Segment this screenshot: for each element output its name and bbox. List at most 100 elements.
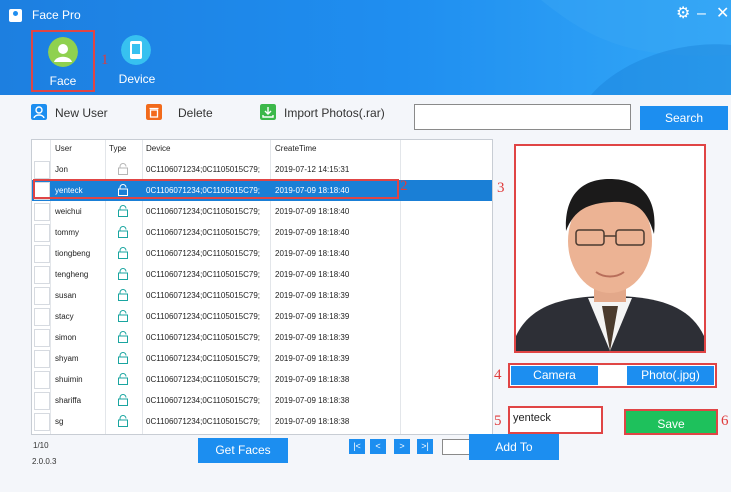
device-cell: 0C1106071234;0C1105015C79; (146, 396, 261, 405)
user-table: User Type Device CreateTime Jon 0C1106071… (31, 139, 493, 435)
row-checkbox[interactable] (34, 413, 50, 431)
app-logo-icon (9, 9, 22, 22)
photo-jpg-button[interactable]: Photo(.jpg) (627, 366, 714, 385)
get-faces-button[interactable]: Get Faces (198, 438, 288, 463)
header-user[interactable]: User (55, 144, 72, 153)
device-cell: 0C1106071234;0C1105015C79; (146, 165, 261, 174)
search-button[interactable]: Search (640, 106, 728, 130)
lock-icon (118, 163, 128, 175)
download-icon (260, 104, 276, 120)
table-row[interactable]: tiongbeng 0C1106071234;0C1105015C79; 2019-… (32, 243, 492, 264)
row-checkbox[interactable] (34, 266, 50, 284)
createtime-cell: 2019-07-09 18:18:39 (275, 333, 350, 342)
user-cell: Jon (55, 165, 68, 174)
lock-icon (118, 331, 128, 343)
lock-icon (118, 268, 128, 280)
table-row[interactable]: shuimin 0C1106071234;0C1105015C79; 2019-07… (32, 369, 492, 390)
face-photo (514, 144, 706, 353)
add-to-button[interactable]: Add To (469, 434, 559, 460)
search-input[interactable] (414, 104, 631, 130)
next-page-button[interactable]: > (394, 439, 410, 454)
camera-button[interactable]: Camera (511, 366, 598, 385)
device-cell: 0C1106071234;0C1105015C79; (146, 417, 261, 426)
settings-icon[interactable]: ⚙ (676, 4, 690, 24)
callout-4: 4 (494, 367, 502, 383)
row-checkbox[interactable] (34, 371, 50, 389)
page-number-input[interactable] (442, 439, 472, 455)
callout-3: 3 (497, 180, 505, 196)
user-cell: stacy (55, 312, 74, 321)
minimize-icon[interactable]: – (697, 4, 706, 24)
user-cell: simon (55, 333, 77, 342)
lock-icon (118, 415, 128, 427)
table-row[interactable]: simon 0C1106071234;0C1105015C79; 2019-07-0… (32, 327, 492, 348)
import-label: Import Photos(.rar) (284, 106, 385, 120)
row-checkbox[interactable] (34, 308, 50, 326)
device-cell: 0C1106071234;0C1105015C79; (146, 270, 261, 279)
device-icon (121, 35, 151, 65)
header-type[interactable]: Type (109, 144, 126, 153)
user-cell: shariffa (55, 396, 82, 405)
createtime-cell: 2019-07-09 18:18:39 (275, 312, 350, 321)
header-createtime[interactable]: CreateTime (275, 144, 317, 153)
user-cell: shuimin (55, 375, 83, 384)
device-cell: 0C1106071234;0C1105015C79; (146, 291, 261, 300)
device-cell: 0C1106071234;0C1105015C79; (146, 228, 261, 237)
first-page-button[interactable]: |< (349, 439, 365, 454)
nav-face[interactable]: Face (31, 30, 95, 92)
row-checkbox[interactable] (34, 161, 50, 179)
device-cell: 0C1106071234;0C1105015C79; (146, 375, 261, 384)
row-checkbox[interactable] (34, 224, 50, 242)
user-cell: shyam (55, 354, 79, 363)
createtime-cell: 2019-07-09 18:18:38 (275, 375, 350, 384)
createtime-cell: 2019-07-09 18:18:38 (275, 417, 350, 426)
nav-face-label: Face (49, 74, 77, 88)
callout-6: 6 (721, 413, 729, 429)
nav-device[interactable]: Device (105, 30, 169, 92)
table-row[interactable]: sg 0C1106071234;0C1105015C79; 2019-07-09 1… (32, 411, 492, 432)
title-bar: Face Pro ⚙ – ✕ Face 1 Device (0, 0, 731, 95)
device-cell: 0C1106071234;0C1105015C79; (146, 333, 261, 342)
table-row[interactable]: shariffa 0C1106071234;0C1105015C79; 2019-0… (32, 390, 492, 411)
table-row[interactable]: shyam 0C1106071234;0C1105015C79; 2019-07-0… (32, 348, 492, 369)
delete-label: Delete (178, 106, 213, 120)
createtime-cell: 2019-07-09 18:18:40 (275, 249, 350, 258)
table-row[interactable]: Jon 0C1106071234;0C1105015C79; 2019-07-12 … (32, 159, 492, 180)
createtime-cell: 2019-07-09 18:18:40 (275, 207, 350, 216)
save-button[interactable]: Save (624, 409, 718, 435)
callout-5: 5 (494, 413, 502, 429)
prev-page-button[interactable]: < (370, 439, 386, 454)
row-checkbox[interactable] (34, 329, 50, 347)
page-indicator: 1/10 (33, 441, 49, 450)
table-row[interactable]: tengheng 0C1106071234;0C1105015C79; 2019-0… (32, 264, 492, 285)
version-label: 2.0.0.3 (32, 457, 57, 466)
device-cell: 0C1106071234;0C1105015C79; (146, 312, 261, 321)
row-checkbox[interactable] (34, 245, 50, 263)
lock-icon (118, 352, 128, 364)
lock-icon (118, 373, 128, 385)
user-cell: sg (55, 417, 64, 426)
table-row[interactable]: weichui 0C1106071234;0C1105015C79; 2019-07… (32, 201, 492, 222)
callout-2: 2 (400, 178, 408, 194)
lock-icon (118, 205, 128, 217)
user-name-field[interactable]: yenteck (508, 406, 603, 434)
row-checkbox[interactable] (34, 392, 50, 410)
portrait-image (516, 146, 704, 351)
table-row[interactable]: susan 0C1106071234;0C1105015C79; 2019-07-0… (32, 285, 492, 306)
trash-icon (146, 104, 162, 120)
device-cell: 0C1106071234;0C1105015C79; (146, 207, 261, 216)
last-page-button[interactable]: >| (417, 439, 433, 454)
close-icon[interactable]: ✕ (716, 4, 729, 24)
lock-icon (118, 247, 128, 259)
table-row[interactable]: stacy 0C1106071234;0C1105015C79; 2019-07-0… (32, 306, 492, 327)
lock-icon (118, 226, 128, 238)
user-cell: tengheng (55, 270, 89, 279)
row-checkbox[interactable] (34, 287, 50, 305)
row-checkbox[interactable] (34, 350, 50, 368)
table-row[interactable]: tommy 0C1106071234;0C1105015C79; 2019-07-0… (32, 222, 492, 243)
face-icon (48, 37, 78, 67)
header-device[interactable]: Device (146, 144, 170, 153)
row-checkbox[interactable] (34, 203, 50, 221)
lock-icon (118, 289, 128, 301)
user-cell: tommy (55, 228, 79, 237)
